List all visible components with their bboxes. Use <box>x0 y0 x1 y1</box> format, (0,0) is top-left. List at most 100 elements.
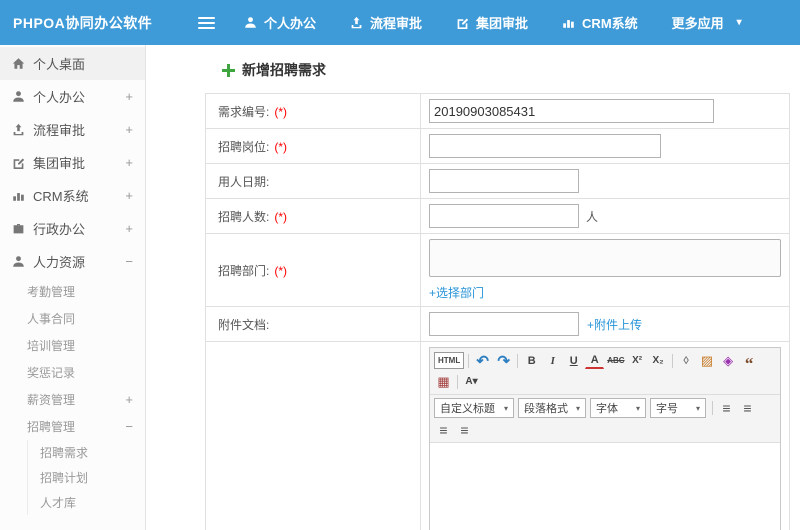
field-label-cell: 需求编号: (*) <box>205 93 421 129</box>
sidebar: 个人桌面 个人办公 + 流程审批 + 集团审批 + CRM系统 + 行政办公 +… <box>0 45 146 530</box>
align-right-icon[interactable]: ≡ <box>434 420 453 439</box>
sidebar-item-hr-contract[interactable]: 人事合同 <box>0 305 145 332</box>
expand-icon[interactable]: + <box>123 89 133 104</box>
paragraph-format-select[interactable]: 段落格式 ▾ <box>518 398 586 418</box>
sidebar-item-label: 招聘管理 <box>27 420 76 434</box>
collapse-icon[interactable]: − <box>123 254 133 269</box>
sidebar-item-reward-punishment[interactable]: 奖惩记录 <box>0 359 145 386</box>
subscript-button[interactable]: X₂ <box>649 351 668 370</box>
html-source-button[interactable]: HTML <box>434 352 465 369</box>
nav-personal-office[interactable]: 个人办公 <box>227 0 333 45</box>
expand-icon[interactable]: + <box>123 392 133 407</box>
sidebar-item-personal-office[interactable]: 个人办公 + <box>0 80 145 113</box>
sidebar-item-group-approval[interactable]: 集团审批 + <box>0 146 145 179</box>
hr-submenu: 考勤管理 人事合同 培训管理 奖惩记录 薪资管理 + 招聘管理 − 招聘需求 招… <box>0 278 145 515</box>
expand-icon[interactable]: + <box>123 155 133 170</box>
expand-icon[interactable]: + <box>123 221 133 236</box>
field-value-cell: HTML ↶ ↷ B I U A ABC X² X₂ ◊ ▨ ◈ “ ▦ A▾ … <box>420 341 790 530</box>
sidebar-item-desktop[interactable]: 个人桌面 <box>0 47 145 80</box>
select-value: 字体 <box>596 403 618 415</box>
user-icon <box>12 90 33 103</box>
expand-icon[interactable]: + <box>123 188 133 203</box>
eraser-icon[interactable]: ◊ <box>677 351 696 370</box>
undo-icon[interactable]: ↶ <box>473 351 492 370</box>
req-no-input[interactable] <box>429 99 714 123</box>
workflow-icon <box>12 123 33 136</box>
sidebar-item-recruit-mgmt[interactable]: 招聘管理 − <box>0 413 145 440</box>
chart-icon <box>562 16 575 29</box>
custom-heading-select[interactable]: 自定义标题 ▾ <box>434 398 514 418</box>
attachment-upload-link[interactable]: +附件上传 <box>587 318 642 332</box>
app-logo[interactable]: PHPOA协同办公软件 <box>0 13 168 33</box>
sidebar-item-label: 培训管理 <box>27 339 76 353</box>
headcount-unit: 人 <box>586 209 599 224</box>
nav-crm-system[interactable]: CRM系统 <box>545 0 655 45</box>
recruit-submenu: 招聘需求 招聘计划 人才库 <box>27 440 145 515</box>
sidebar-item-label: 人事合同 <box>27 312 76 326</box>
attachment-input[interactable] <box>429 312 579 336</box>
sidebar-item-workflow-approval[interactable]: 流程审批 + <box>0 113 145 146</box>
sidebar-item-label: 人才库 <box>40 496 77 510</box>
font-size-select[interactable]: 字号 ▾ <box>650 398 706 418</box>
table-row: 用人日期: <box>205 163 790 199</box>
nav-group-approval[interactable]: 集团审批 <box>439 0 545 45</box>
sidebar-item-label: 薪资管理 <box>27 393 76 407</box>
align-justify-icon[interactable]: ≡ <box>455 420 474 439</box>
field-label: 附件文档: <box>218 317 270 332</box>
sidebar-item-label: 招聘需求 <box>40 446 89 460</box>
toolbar-separator <box>468 353 470 368</box>
nav-workflow-approval[interactable]: 流程审批 <box>333 0 439 45</box>
italic-button[interactable]: I <box>543 351 562 370</box>
team-icon <box>12 255 33 268</box>
sidebar-item-salary[interactable]: 薪资管理 + <box>0 386 145 413</box>
headcount-input[interactable] <box>429 204 579 228</box>
strikethrough-button[interactable]: ABC <box>606 351 625 370</box>
field-value-cell: +选择部门 <box>420 233 790 307</box>
nav-label: 个人办公 <box>264 16 317 31</box>
field-value-cell: +附件上传 <box>420 306 790 342</box>
menu-toggle-icon[interactable] <box>198 16 215 29</box>
editor-content-area[interactable] <box>430 443 780 530</box>
sidebar-item-label: 流程审批 <box>33 123 86 138</box>
redo-icon[interactable]: ↷ <box>494 351 513 370</box>
sidebar-item-recruit-plan[interactable]: 招聘计划 <box>28 465 145 490</box>
highlight-color-icon[interactable]: ◈ <box>719 351 738 370</box>
font-color-button[interactable]: A <box>585 352 605 369</box>
blockquote-icon[interactable]: “ <box>740 351 759 373</box>
font-size-icon[interactable]: A▾ <box>462 372 481 391</box>
format-brush-icon[interactable]: ▨ <box>698 351 717 370</box>
expand-icon[interactable]: + <box>123 122 133 137</box>
select-value: 段落格式 <box>524 403 568 415</box>
sidebar-item-training[interactable]: 培训管理 <box>0 332 145 359</box>
sidebar-item-talent-pool[interactable]: 人才库 <box>28 490 145 515</box>
field-label: 需求编号: <box>218 104 270 119</box>
underline-button[interactable]: U <box>564 351 583 370</box>
toolbar-separator <box>517 353 519 368</box>
table-icon[interactable]: ▦ <box>434 372 453 391</box>
hire-date-input[interactable] <box>429 169 579 193</box>
bold-button[interactable]: B <box>522 351 541 370</box>
align-left-icon[interactable]: ≡ <box>717 399 736 418</box>
select-department-link[interactable]: +选择部门 <box>429 286 484 300</box>
sidebar-item-crm[interactable]: CRM系统 + <box>0 179 145 212</box>
field-label: 招聘岗位: <box>218 139 270 154</box>
sidebar-item-attendance[interactable]: 考勤管理 <box>0 278 145 305</box>
sidebar-item-recruit-demand[interactable]: 招聘需求 <box>28 440 145 465</box>
collapse-icon[interactable]: − <box>123 419 133 434</box>
sidebar-item-hr[interactable]: 人力资源 − <box>0 245 145 278</box>
position-input[interactable] <box>429 134 661 158</box>
rich-text-editor: HTML ↶ ↷ B I U A ABC X² X₂ ◊ ▨ ◈ “ ▦ A▾ … <box>429 347 781 530</box>
nav-more-apps[interactable]: 更多应用 ▾ <box>655 0 759 45</box>
font-family-select[interactable]: 字体 ▾ <box>590 398 646 418</box>
superscript-button[interactable]: X² <box>628 351 647 370</box>
caret-down-icon: ▾ <box>503 403 508 413</box>
align-center-icon[interactable]: ≡ <box>738 399 757 418</box>
table-row: 岗位要求:(*) HTML ↶ ↷ B I U A <box>205 341 790 530</box>
sidebar-item-admin-office[interactable]: 行政办公 + <box>0 212 145 245</box>
home-icon <box>12 57 33 70</box>
caret-down-icon: ▾ <box>635 403 640 413</box>
field-label-cell: 用人日期: <box>205 163 421 199</box>
editor-toolbar-row1: HTML ↶ ↷ B I U A ABC X² X₂ ◊ ▨ ◈ “ ▦ A▾ <box>430 348 780 395</box>
department-textarea[interactable] <box>429 239 781 277</box>
table-row: 招聘部门: (*) +选择部门 <box>205 233 790 307</box>
